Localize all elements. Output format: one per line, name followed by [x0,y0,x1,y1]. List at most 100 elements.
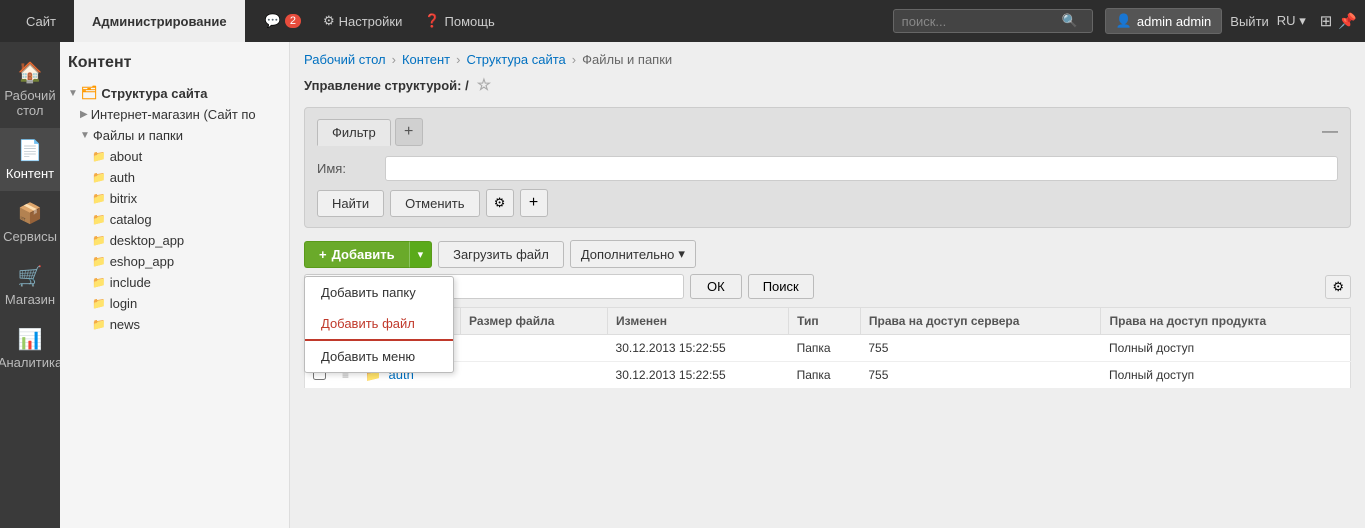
add-dropdown-arrow[interactable]: ▾ [409,241,433,268]
col-type: Тип [789,308,861,335]
tree-item-news[interactable]: 📁 news [92,314,281,335]
language-button[interactable]: RU ▾ [1277,13,1306,29]
filter-tab[interactable]: Фильтр [317,119,391,146]
more-button[interactable]: Дополнительно ▾ [570,240,696,268]
toolbar: + Добавить ▾ Загрузить файл Дополнительн… [304,240,1351,268]
exit-button[interactable]: Выйти [1230,14,1269,29]
dropdown-item-add-file[interactable]: Добавить файл [305,308,453,341]
grid-icon[interactable]: ⊞ [1320,12,1333,30]
row-modified: 30.12.2013 15:22:55 [608,335,789,362]
chevron-down-icon: ▾ [1299,13,1306,28]
tab-site[interactable]: Сайт [8,0,74,42]
dropdown-item-add-menu[interactable]: Добавить меню [305,341,453,372]
tree-item-label: about [110,149,143,164]
cart-icon: 🛒 [18,264,43,289]
filter-plus-button[interactable]: + [520,189,548,217]
sidebar-item-shop[interactable]: 🛒 Магазин [0,254,60,317]
upload-button[interactable]: Загрузить файл [438,241,564,268]
tree-item-eshop-app[interactable]: 📁 eshop_app [92,251,281,272]
arrow-icon: ▶ [80,109,88,120]
tree-item-include[interactable]: 📁 include [92,272,281,293]
tree-panel: Контент ▼ 🗂 Структура сайта ▶ Интернет-м… [60,42,290,528]
user-area: 👤 admin admin Выйти RU ▾ ⊞ 📌 [1105,8,1357,34]
filter-minimize-button[interactable]: — [1322,123,1338,141]
tree-item-label: bitrix [110,191,137,206]
table-row: ≡ 📁 about 30.12.2013 15:22:55 Папка 755 … [305,335,1351,362]
breadcrumb-sep: › [572,52,576,67]
chart-icon: 📊 [18,327,43,352]
breadcrumb-structure[interactable]: Структура сайта [466,52,565,67]
tree-item-label: include [110,275,151,290]
dropdown-item-add-folder[interactable]: Добавить папку [305,277,453,308]
home-icon: 🏠 [18,60,43,85]
tree-item-label: login [110,296,137,311]
tree-item-label: news [110,317,140,332]
breadcrumb-content[interactable]: Контент [402,52,450,67]
sidebar-item-label: Рабочий стол [4,88,56,118]
filter-box: Фильтр + — Имя: Найти Отменить ⚙ + [304,107,1351,228]
search-row: ОК Поиск ⚙ [304,274,1351,299]
sidebar-item-services[interactable]: 📦 Сервисы [0,191,60,254]
star-icon[interactable]: ☆ [477,75,491,95]
sidebar-item-analytics[interactable]: 📊 Аналитика [0,317,60,380]
sidebar-item-desktop[interactable]: 🏠 Рабочий стол [0,50,60,128]
row-size [461,335,608,362]
plus-icon: + [319,247,327,262]
tree-item-site-structure[interactable]: ▼ 🗂 Структура сайта [68,82,281,104]
filter-actions: Найти Отменить ⚙ + [317,189,1338,217]
tree-item-internet-shop[interactable]: ▶ Интернет-магазин (Сайт по [80,104,281,125]
notifications-button[interactable]: 💬 2 [257,9,309,33]
tree-item-bitrix[interactable]: 📁 bitrix [92,188,281,209]
gear-icon: ⚙ [1332,279,1344,294]
tree-item-login[interactable]: 📁 login [92,293,281,314]
breadcrumb-sep: › [392,52,396,67]
folder-icon: 📁 [92,255,106,268]
tree-item-label: eshop_app [110,254,174,269]
cancel-button[interactable]: Отменить [390,190,479,217]
gear-icon: ⚙ [494,195,506,211]
breadcrumb: Рабочий стол › Контент › Структура сайта… [304,52,1351,67]
page-title-text: Управление структурой: / [304,78,469,93]
tree-item-desktop-app[interactable]: 📁 desktop_app [92,230,281,251]
services-icon: 📦 [18,201,43,226]
top-navigation: Сайт Администрирование 💬 2 ⚙ Настройки ❓… [0,0,1365,42]
filter-gear-button[interactable]: ⚙ [486,189,514,217]
folder-icon: 📁 [92,150,106,163]
row-size [461,362,608,389]
search-input[interactable] [902,14,1062,29]
row-type: Папка [789,362,861,389]
settings-button[interactable]: ⚙ Настройки [315,9,410,33]
search-button[interactable]: Поиск [748,274,814,299]
col-size: Размер файла [461,308,608,335]
sidebar-item-content[interactable]: 📄 Контент [0,128,60,191]
add-button[interactable]: + Добавить [304,241,409,268]
tree-item-files-folders[interactable]: ▼ Файлы и папки [80,125,281,146]
find-button[interactable]: Найти [317,190,384,217]
pin-icon[interactable]: 📌 [1338,12,1357,30]
row-product-rights: Полный доступ [1101,335,1351,362]
tree-item-label: Файлы и папки [93,128,183,143]
col-modified: Изменен [608,308,789,335]
ok-button[interactable]: ОК [690,274,742,299]
tab-admin[interactable]: Администрирование [74,0,245,42]
tree-item-auth[interactable]: 📁 auth [92,167,281,188]
tree-item-about[interactable]: 📁 about [92,146,281,167]
help-button[interactable]: ❓ Помощь [416,9,502,33]
breadcrumb-current: Файлы и папки [582,52,672,67]
filter-name-input[interactable] [385,156,1338,181]
folder-icon: 📁 [92,213,106,226]
user-button[interactable]: 👤 admin admin [1105,8,1223,34]
arrow-icon: ▼ [80,130,90,141]
filter-add-button[interactable]: + [395,118,423,146]
tree-item-catalog[interactable]: 📁 catalog [92,209,281,230]
filter-tabs: Фильтр + — [317,118,1338,146]
tree-panel-title: Контент [68,54,281,72]
table-settings-button[interactable]: ⚙ [1325,275,1351,299]
folder-icon: 📁 [92,234,106,247]
bell-icon: 💬 [265,13,281,29]
breadcrumb-desktop[interactable]: Рабочий стол [304,52,386,67]
main-layout: 🏠 Рабочий стол 📄 Контент 📦 Сервисы 🛒 Маг… [0,42,1365,528]
row-type: Папка [789,335,861,362]
icon-buttons: ⊞ 📌 [1320,12,1357,30]
folder-icon: 📁 [92,318,106,331]
